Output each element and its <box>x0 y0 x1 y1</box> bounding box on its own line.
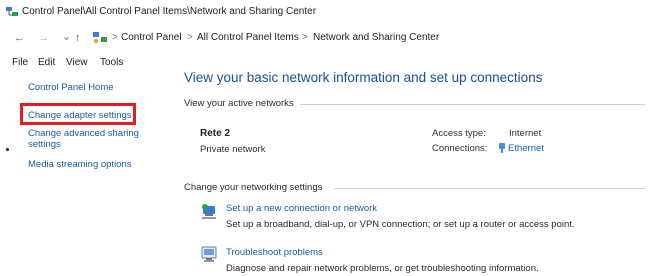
breadcrumb-separator: > <box>187 32 193 43</box>
page-title: View your basic network information and … <box>184 70 543 85</box>
back-button[interactable]: ← <box>14 32 25 44</box>
control-panel-home-link[interactable]: Control Panel Home <box>28 82 114 93</box>
menu-view[interactable]: View <box>66 57 88 68</box>
forward-button[interactable]: → <box>38 32 49 44</box>
ethernet-icon <box>499 143 505 153</box>
breadcrumb-separator: > <box>302 32 308 43</box>
breadcrumb-all-items[interactable]: All Control Panel Items <box>197 32 299 43</box>
control-panel-icon <box>93 32 107 44</box>
access-type-label: Access type: <box>432 128 486 139</box>
change-adapter-settings-link[interactable]: Change adapter settings <box>28 110 132 121</box>
breadcrumb-network-sharing[interactable]: Network and Sharing Center <box>313 32 439 43</box>
connections-label: Connections: <box>432 143 488 154</box>
menu-tools[interactable]: Tools <box>100 57 123 68</box>
media-streaming-options-link[interactable]: Media streaming options <box>28 159 132 170</box>
troubleshoot-desc: Diagnose and repair network problems, or… <box>226 263 539 274</box>
troubleshoot-link[interactable]: Troubleshoot problems <box>226 247 323 258</box>
section-divider <box>334 188 645 189</box>
network-center-icon <box>6 7 18 16</box>
change-advanced-sharing-link[interactable]: Change advanced sharing settings <box>28 128 146 150</box>
breadcrumb-control-panel[interactable]: Control Panel <box>121 32 182 43</box>
change-settings-header: Change your networking settings <box>184 182 323 193</box>
active-networks-header: View your active networks <box>184 98 294 109</box>
section-divider <box>300 104 645 105</box>
network-name: Rete 2 <box>200 128 231 139</box>
menu-edit[interactable]: Edit <box>38 57 55 68</box>
up-button[interactable]: ↑ <box>75 32 81 44</box>
menu-file[interactable]: File <box>12 57 28 68</box>
breadcrumb-separator: > <box>112 32 118 43</box>
network-type: Private network <box>200 144 266 155</box>
window-title: Control Panel\All Control Panel Items\Ne… <box>22 6 317 17</box>
troubleshoot-icon <box>201 246 217 262</box>
recent-dropdown-button[interactable]: ⌄ <box>62 30 71 43</box>
setup-connection-link[interactable]: Set up a new connection or network <box>226 203 377 214</box>
ethernet-link[interactable]: Ethernet <box>508 143 544 154</box>
bullet-dot <box>6 148 9 151</box>
access-type-value: Internet <box>509 128 542 139</box>
network-setup-icon <box>202 204 216 219</box>
setup-connection-desc: Set up a broadband, dial-up, or VPN conn… <box>226 219 575 230</box>
